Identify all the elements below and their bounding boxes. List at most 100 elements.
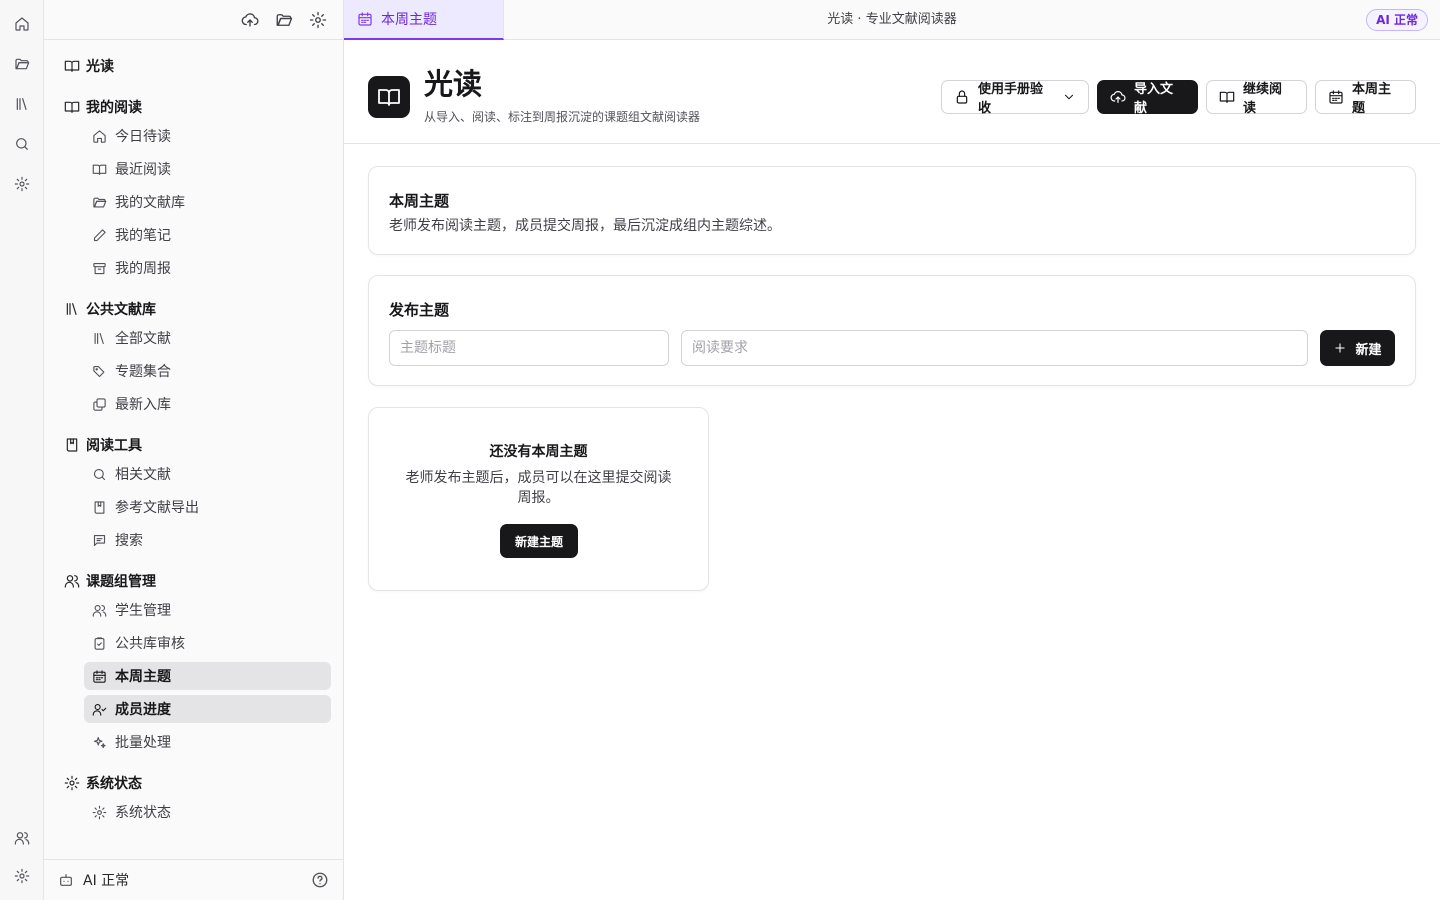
weekly-topic-button[interactable]: 本周主题	[1315, 80, 1416, 116]
intro-card-title: 本周主题	[389, 192, 450, 210]
sidebar-item-weekly-report[interactable]: 我的周报	[84, 254, 331, 282]
sidebar-group-label: 课题组管理	[86, 574, 156, 590]
sidebar-item-label: 本周主题	[115, 669, 171, 685]
upload-icon[interactable]	[241, 11, 259, 29]
sidebar-item-review[interactable]: 公共库审核	[84, 629, 331, 657]
ai-status-label: AI 正常	[83, 873, 130, 889]
book-marked-icon	[64, 437, 80, 453]
reading-requirement-input[interactable]	[681, 330, 1308, 366]
calendar-icon	[1328, 89, 1344, 105]
open-folder-icon[interactable]	[275, 11, 293, 29]
users-icon	[92, 603, 107, 618]
sidebar-group-label: 我的阅读	[86, 100, 142, 116]
sidebar-group-my-reading: 我的阅读	[64, 96, 142, 118]
gear-icon[interactable]	[12, 174, 32, 194]
book-marked-icon	[92, 500, 107, 515]
sidebar-item-member-progress[interactable]: 成员进度	[84, 695, 331, 723]
help-icon[interactable]	[311, 871, 329, 889]
library-icon[interactable]	[12, 94, 32, 114]
tags-icon	[92, 364, 107, 379]
app-logo	[368, 76, 410, 118]
weekly-topic-label: 本周主题	[1352, 82, 1392, 116]
sidebar-item-label: 专题集合	[115, 364, 171, 380]
ai-status-badge: AI 正常	[1366, 9, 1428, 31]
sidebar-item-batch[interactable]: 批量处理	[84, 728, 331, 756]
sidebar-item-latest[interactable]: 最新入库	[84, 390, 331, 418]
sidebar-item-system-status[interactable]: 系统状态	[84, 798, 331, 826]
sidebar-item-related[interactable]: 相关文献	[84, 460, 331, 488]
window-title: 光读 · 专业文献阅读器	[827, 12, 957, 27]
sidebar-item-students[interactable]: 学生管理	[84, 596, 331, 624]
sidebar-group-lab-management: 课题组管理	[64, 570, 156, 592]
message-icon	[92, 533, 107, 548]
sidebar-item-label: 学生管理	[115, 603, 171, 619]
search-icon[interactable]	[12, 134, 32, 154]
copy-icon	[92, 397, 107, 412]
sidebar-brand[interactable]: 光读	[64, 55, 114, 77]
sidebar-group-public-library: 公共文献库	[64, 298, 156, 320]
sidebar-item-collections[interactable]: 专题集合	[84, 357, 331, 385]
sidebar-item-label: 全部文献	[115, 331, 171, 347]
pencil-icon	[92, 228, 107, 243]
calendar-icon	[357, 11, 373, 27]
intro-card: 本周主题 老师发布阅读主题，成员提交周报，最后沉淀成组内主题综述。	[368, 166, 1416, 255]
publish-card-title: 发布主题	[389, 301, 450, 319]
new-topic-button[interactable]: 新建	[1320, 330, 1395, 366]
sidebar-item-label: 最近阅读	[115, 162, 171, 178]
sidebar-footer: AI 正常	[44, 859, 343, 900]
folder-icon	[92, 195, 107, 210]
sidebar-item-label: 我的文献库	[115, 195, 185, 211]
page-header: 光读 从导入、阅读、标注到周报沉淀的课题组文献阅读器 使用手册验收 导入文献 继…	[344, 40, 1440, 144]
top-bar: 光读 · 专业文献阅读器 本周主题 AI 正常	[344, 0, 1440, 40]
intro-card-desc: 老师发布阅读主题，成员提交周报，最后沉淀成组内主题综述。	[389, 218, 781, 234]
sidebar-item-label: 参考文献导出	[115, 500, 199, 516]
users-icon[interactable]	[12, 828, 32, 848]
sidebar-item-my-library[interactable]: 我的文献库	[84, 188, 331, 216]
new-topic-label: 新建	[1355, 342, 1382, 358]
page-title: 光读	[424, 67, 483, 101]
sidebar-item-label: 我的周报	[115, 261, 171, 277]
plus-icon	[1333, 341, 1347, 355]
sidebar-item-label: 相关文献	[115, 467, 171, 483]
sidebar-nav: 光读 我的阅读 今日待读 最近阅读 我的文献库 我的笔记 我的周报 公共文献库 …	[44, 40, 343, 859]
chevron-down-icon	[1062, 90, 1076, 104]
import-button[interactable]: 导入文献	[1097, 80, 1198, 116]
settings-icon[interactable]	[12, 866, 32, 886]
sidebar-item-recent[interactable]: 最近阅读	[84, 155, 331, 183]
book-open-icon	[64, 58, 80, 74]
book-open-icon	[92, 162, 107, 177]
sidebar-item-notes[interactable]: 我的笔记	[84, 221, 331, 249]
sidebar-item-label: 搜索	[115, 533, 143, 549]
sidebar-item-label: 最新入库	[115, 397, 171, 413]
upload-cloud-icon	[1110, 89, 1126, 105]
sidebar-group-label: 公共文献库	[86, 302, 156, 318]
sidebar-group-reading-tools: 阅读工具	[64, 434, 142, 456]
search-icon	[92, 467, 107, 482]
sidebar-brand-label: 光读	[86, 59, 114, 75]
home-icon	[92, 129, 107, 144]
continue-reading-button[interactable]: 继续阅读	[1206, 80, 1307, 116]
sidebar-item-label: 系统状态	[115, 805, 171, 821]
sidebar-item-today[interactable]: 今日待读	[84, 122, 331, 150]
manual-check-button[interactable]: 使用手册验收	[941, 80, 1089, 116]
create-topic-button[interactable]: 新建主题	[500, 524, 578, 558]
folder-icon[interactable]	[12, 54, 32, 74]
gear-icon[interactable]	[309, 11, 327, 29]
sidebar-group-label: 系统状态	[86, 776, 142, 792]
sidebar-item-label: 批量处理	[115, 735, 171, 751]
lock-icon	[954, 89, 970, 105]
clipboard-check-icon	[92, 636, 107, 651]
sidebar-group-system: 系统状态	[64, 772, 142, 794]
tab-weekly-topic[interactable]: 本周主题	[344, 0, 504, 40]
sidebar-item-ref-export[interactable]: 参考文献导出	[84, 493, 331, 521]
topic-title-input[interactable]	[389, 330, 669, 366]
sidebar-item-all-docs[interactable]: 全部文献	[84, 324, 331, 352]
sidebar-item-label: 成员进度	[115, 702, 171, 718]
archive-icon	[92, 261, 107, 276]
empty-state-desc: 老师发布主题后，成员可以在这里提交阅读周报。	[405, 470, 672, 506]
sidebar-item-search[interactable]: 搜索	[84, 526, 331, 554]
sidebar: 光读 我的阅读 今日待读 最近阅读 我的文献库 我的笔记 我的周报 公共文献库 …	[44, 0, 344, 900]
sidebar-group-label: 阅读工具	[86, 438, 142, 454]
home-icon[interactable]	[12, 14, 32, 34]
sidebar-item-weekly-topic[interactable]: 本周主题	[84, 662, 331, 690]
